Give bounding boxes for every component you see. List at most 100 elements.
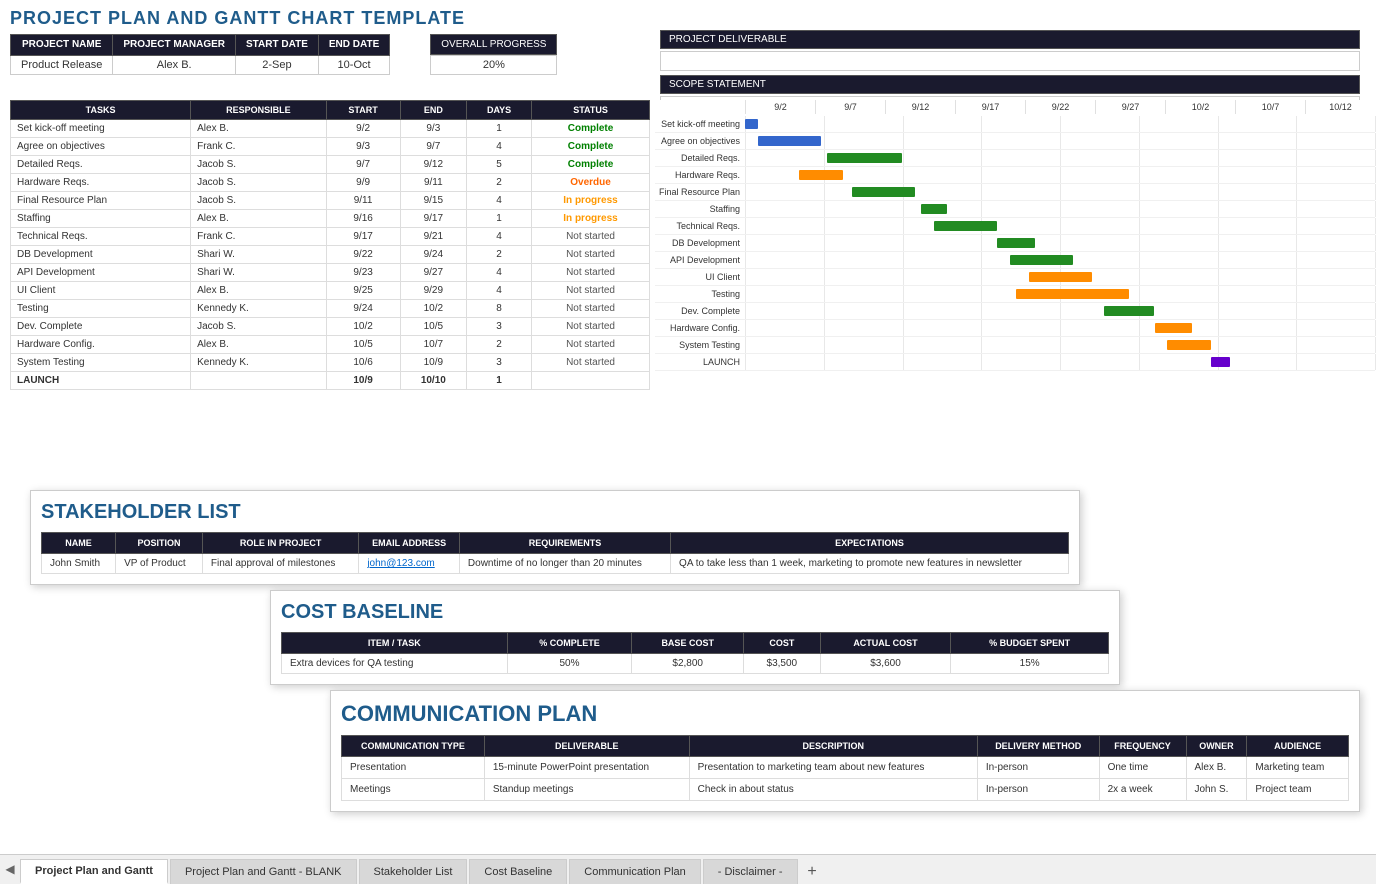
comm-audience: Project team xyxy=(1247,779,1349,801)
tab-item-3[interactable]: Cost Baseline xyxy=(469,859,567,884)
gantt-row: Technical Reqs. xyxy=(655,218,1375,235)
stakeholder-table: NAMEPOSITIONROLE IN PROJECTEMAIL ADDRESS… xyxy=(41,532,1069,574)
task-status xyxy=(532,372,650,390)
cost-actual: $3,600 xyxy=(820,654,951,674)
scope-header: SCOPE STATEMENT xyxy=(660,75,1360,94)
cost-col-header: % BUDGET SPENT xyxy=(951,633,1109,654)
task-responsible: Alex B. xyxy=(191,282,326,300)
main-area: PROJECT PLAN AND GANTT CHART TEMPLATE PR… xyxy=(0,0,1376,854)
table-row: Technical Reqs. Frank C. 9/17 9/21 4 Not… xyxy=(11,228,650,246)
tab-item-0[interactable]: Project Plan and Gantt xyxy=(20,859,168,884)
table-row: Agree on objectives Frank C. 9/3 9/7 4 C… xyxy=(11,138,650,156)
comm-audience: Marketing team xyxy=(1247,757,1349,779)
end-date-value: 10-Oct xyxy=(318,55,389,75)
gantt-bar xyxy=(1016,289,1129,299)
task-status: Not started xyxy=(532,228,650,246)
cost-title: COST BASELINE xyxy=(281,601,1109,624)
gantt-bar xyxy=(1155,323,1193,333)
task-responsible: Frank C. xyxy=(191,228,326,246)
task-days: 4 xyxy=(467,138,532,156)
task-start: 9/17 xyxy=(326,228,400,246)
task-start: 9/2 xyxy=(326,120,400,138)
task-days: 1 xyxy=(467,210,532,228)
gantt-row: Staffing xyxy=(655,201,1375,218)
cost-budget-pct: 15% xyxy=(951,654,1109,674)
comm-row: Presentation 15-minute PowerPoint presen… xyxy=(342,757,1349,779)
task-end: 9/27 xyxy=(400,264,466,282)
sh-role: Final approval of milestones xyxy=(202,554,358,574)
task-responsible xyxy=(191,372,326,390)
table-row: Testing Kennedy K. 9/24 10/2 8 Not start… xyxy=(11,300,650,318)
task-name: Testing xyxy=(11,300,191,318)
task-start: 10/2 xyxy=(326,318,400,336)
tasks-section: TASKS RESPONSIBLE START END DAYS STATUS … xyxy=(10,100,650,390)
project-info-table: PROJECT NAME PROJECT MANAGER START DATE … xyxy=(10,34,390,75)
tab-item-2[interactable]: Stakeholder List xyxy=(359,859,468,884)
task-status: Not started xyxy=(532,264,650,282)
tab-item-1[interactable]: Project Plan and Gantt - BLANK xyxy=(170,859,357,884)
task-responsible: Kennedy K. xyxy=(191,354,326,372)
task-name: Set kick-off meeting xyxy=(11,120,191,138)
task-responsible: Shari W. xyxy=(191,264,326,282)
task-status: Not started xyxy=(532,282,650,300)
task-status: In progress xyxy=(532,192,650,210)
task-end: 10/10 xyxy=(400,372,466,390)
comm-deliverable: 15-minute PowerPoint presentation xyxy=(484,757,689,779)
tab-item-5[interactable]: - Disclaimer - xyxy=(703,859,798,884)
table-row: Hardware Config. Alex B. 10/5 10/7 2 Not… xyxy=(11,336,650,354)
task-name: DB Development xyxy=(11,246,191,264)
gantt-bar xyxy=(758,136,821,146)
task-end: 10/5 xyxy=(400,318,466,336)
task-responsible: Kennedy K. xyxy=(191,300,326,318)
task-days: 3 xyxy=(467,354,532,372)
responsible-col-header: RESPONSIBLE xyxy=(191,101,326,120)
task-start: 9/25 xyxy=(326,282,400,300)
task-status: Complete xyxy=(532,156,650,174)
comm-plan-title: COMMUNICATION PLAN xyxy=(341,701,1349,727)
cost-baseline-panel: COST BASELINE ITEM / TASK% COMPLETEBASE … xyxy=(270,590,1120,685)
task-responsible: Frank C. xyxy=(191,138,326,156)
task-end: 9/24 xyxy=(400,246,466,264)
gantt-row: Dev. Complete xyxy=(655,303,1375,320)
gantt-row: Agree on objectives xyxy=(655,133,1375,150)
task-status: Not started xyxy=(532,318,650,336)
task-status: Complete xyxy=(532,138,650,156)
tasks-col-header: TASKS xyxy=(11,101,191,120)
comm-deliverable: Standup meetings xyxy=(484,779,689,801)
task-end: 9/7 xyxy=(400,138,466,156)
comm-col-header: COMMUNICATION TYPE xyxy=(342,736,485,757)
cost-col-header: ACTUAL COST xyxy=(820,633,951,654)
task-start: 9/23 xyxy=(326,264,400,282)
task-days: 8 xyxy=(467,300,532,318)
comm-description: Presentation to marketing team about new… xyxy=(689,757,977,779)
task-days: 2 xyxy=(467,246,532,264)
tab-add-button[interactable]: + xyxy=(800,859,825,884)
cost-col-header: COST xyxy=(744,633,821,654)
sh-requirements: Downtime of no longer than 20 minutes xyxy=(459,554,670,574)
task-days: 1 xyxy=(467,120,532,138)
gantt-bar xyxy=(1010,255,1073,265)
deliverable-header: PROJECT DELIVERABLE xyxy=(660,30,1360,49)
tasks-table: TASKS RESPONSIBLE START END DAYS STATUS … xyxy=(10,100,650,390)
gantt-row: Testing xyxy=(655,286,1375,303)
start-col-header: START xyxy=(326,101,400,120)
task-end: 9/11 xyxy=(400,174,466,192)
task-name: Detailed Reqs. xyxy=(11,156,191,174)
task-status: Not started xyxy=(532,246,650,264)
task-responsible: Jacob S. xyxy=(191,174,326,192)
page-title: PROJECT PLAN AND GANTT CHART TEMPLATE xyxy=(0,0,1376,34)
table-row: Detailed Reqs. Jacob S. 9/7 9/12 5 Compl… xyxy=(11,156,650,174)
comm-delivery-method: In-person xyxy=(977,757,1099,779)
tab-prev-button[interactable]: ◀ xyxy=(0,854,20,884)
task-name: System Testing xyxy=(11,354,191,372)
gantt-bar xyxy=(997,238,1035,248)
tab-item-4[interactable]: Communication Plan xyxy=(569,859,701,884)
task-days: 4 xyxy=(467,192,532,210)
stakeholder-panel: STAKEHOLDER LIST NAMEPOSITIONROLE IN PRO… xyxy=(30,490,1080,585)
gantt-row: LAUNCH xyxy=(655,354,1375,371)
task-start: 9/16 xyxy=(326,210,400,228)
stakeholder-col-header: NAME xyxy=(42,533,116,554)
task-responsible: Shari W. xyxy=(191,246,326,264)
stakeholder-col-header: EMAIL ADDRESS xyxy=(359,533,460,554)
task-days: 3 xyxy=(467,318,532,336)
